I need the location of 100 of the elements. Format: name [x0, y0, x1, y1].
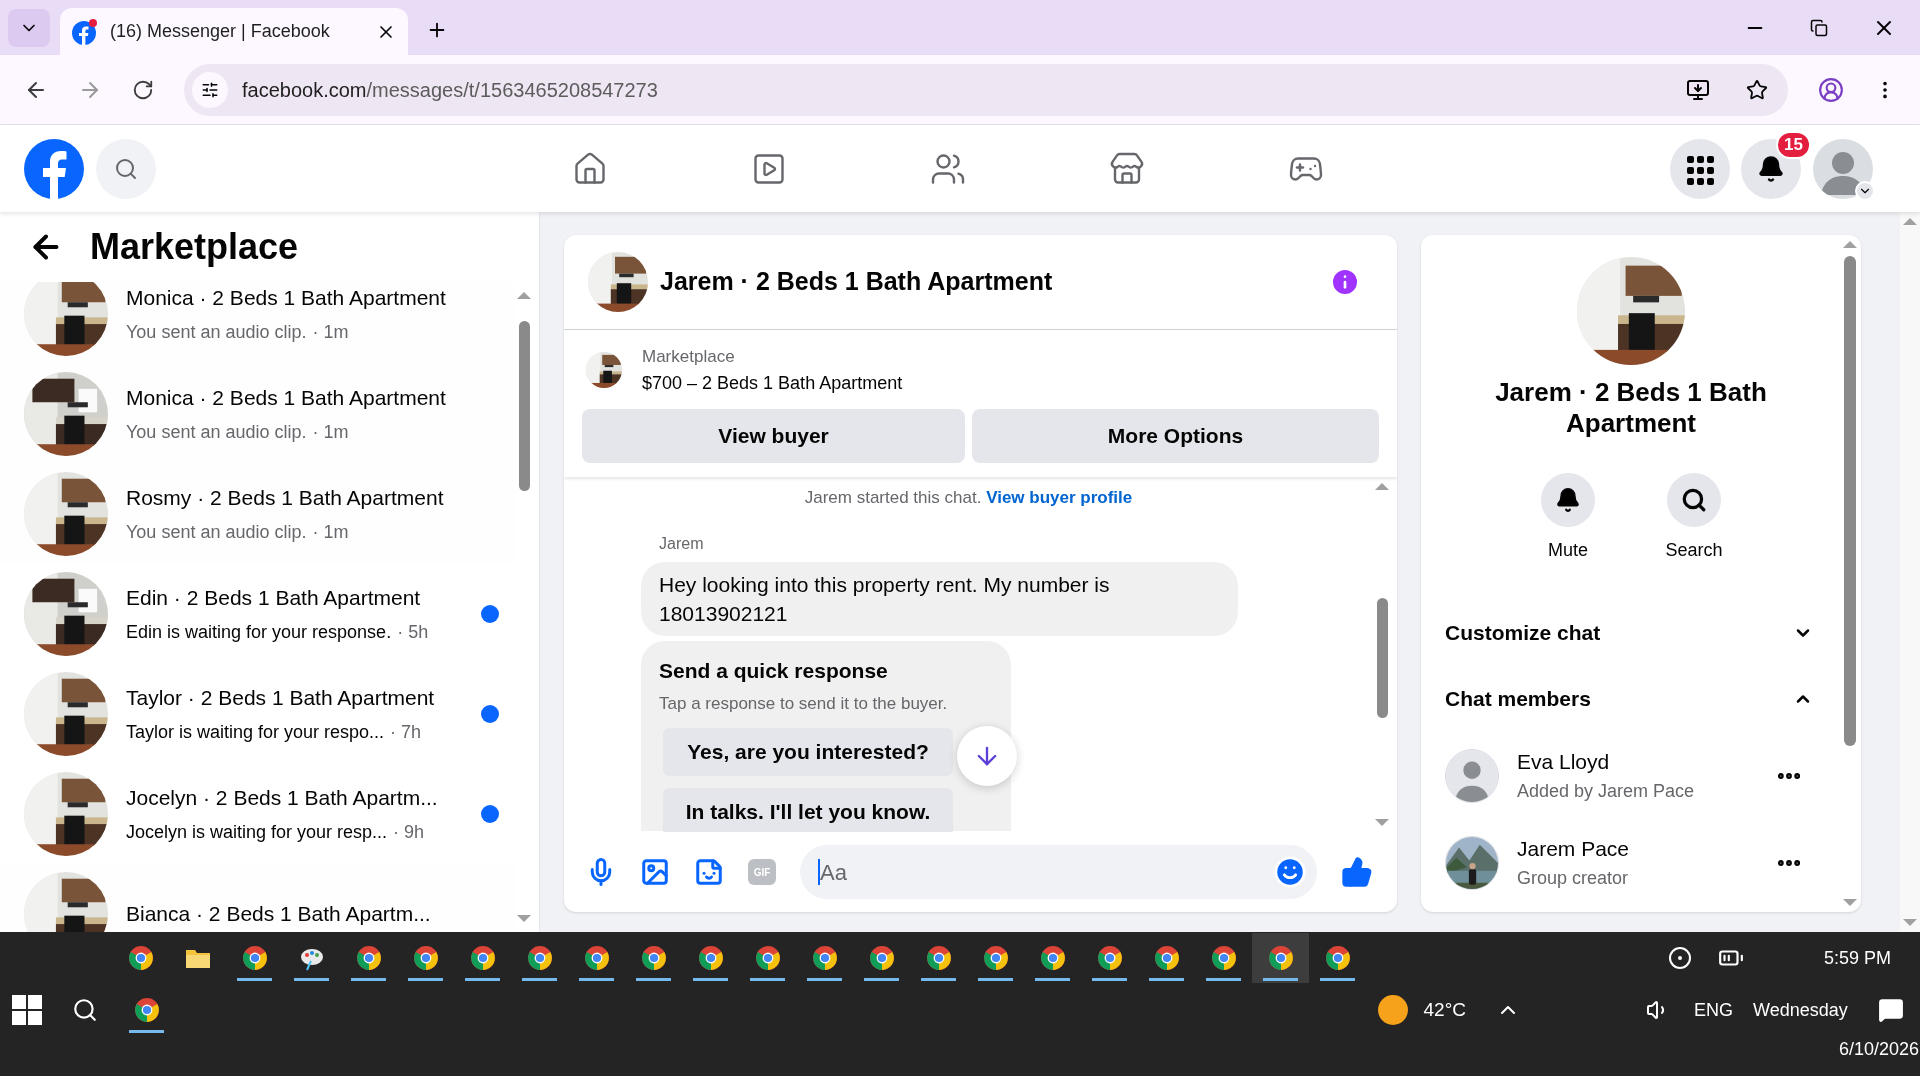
sticker-icon[interactable]: [694, 857, 724, 887]
sender-name: Jarem: [658, 534, 705, 554]
search-icon: [1681, 487, 1707, 513]
member-role: Group creator: [1517, 866, 1630, 890]
tab-title: (16) Messenger | Facebook: [110, 20, 331, 43]
bookmark-star-icon[interactable]: [1746, 78, 1768, 101]
section-header[interactable]: Chat members: [1445, 666, 1817, 732]
address-bar[interactable]: facebook.com/messages/t/1563465208547273: [184, 63, 1788, 116]
message-time: · 5h: [397, 621, 429, 645]
clock-time: 5:59 PM: [1824, 946, 1892, 970]
chrome-icon: [982, 945, 1009, 971]
conversation-title: Jocelyn · 2 Beds 1 Bath Apartm...: [126, 784, 439, 811]
message-preview: You sent an audio clip.: [126, 521, 307, 545]
browser-tab[interactable]: (16) Messenger | Facebook: [60, 8, 408, 55]
more-options-button[interactable]: More Options: [972, 408, 1379, 463]
message-time: · 1m: [312, 521, 349, 545]
restore-icon[interactable]: [1810, 18, 1828, 37]
chrome-icon: [412, 945, 439, 971]
chrome-icon: [640, 945, 667, 971]
chrome-icon: [868, 945, 895, 971]
panel-title: Marketplace: [90, 225, 299, 269]
chrome-icon: [469, 945, 496, 971]
chrome-icon: [583, 945, 610, 971]
notification-badge: 15: [1776, 130, 1811, 159]
conversation-title: Monica · 2 Beds 1 Bath Apartment: [126, 284, 447, 311]
quick-response-title: Send a quick response: [659, 658, 889, 684]
message-time: · 7h: [390, 721, 422, 745]
chrome-icon: [1210, 945, 1237, 971]
quick-reply-button[interactable]: Yes, are you interested?: [663, 728, 953, 776]
listing-title: $700 – 2 Beds 1 Bath Apartment: [642, 371, 903, 395]
info-title: Jarem · 2 Beds 1 Bath Apartment: [1494, 377, 1768, 439]
message-time: · 9h: [393, 821, 425, 845]
chrome-icon: [925, 945, 952, 971]
message-bubble: Hey looking into this property rent. My number is 18013902121: [641, 562, 1238, 636]
chrome-icon: [1267, 945, 1294, 971]
quick-reply-button[interactable]: In talks. I'll let you know.: [663, 788, 953, 832]
view-buyer-button[interactable]: View buyer: [582, 408, 965, 463]
conversation-title: Taylor · 2 Beds 1 Bath Apartment: [126, 684, 436, 711]
chrome-icon: [133, 997, 160, 1023]
emoji-icon[interactable]: [1273, 855, 1307, 889]
url-text: facebook.com/messages/t/1563465208547273: [242, 77, 658, 103]
chrome-icon: [1096, 945, 1123, 971]
chrome-icon: [811, 945, 838, 971]
page-scrollbar[interactable]: [1900, 212, 1920, 932]
conversation-title: Bianca · 2 Beds 1 Bath Apartm...: [126, 901, 432, 928]
record-icon[interactable]: [1668, 946, 1692, 970]
message-preview: Jocelyn is waiting for your resp...: [126, 821, 388, 845]
member-name: Eva Lloyd: [1517, 749, 1611, 776]
member-item[interactable]: Jarem Pace Group creator: [1445, 819, 1817, 906]
notification-center-icon[interactable]: [1877, 997, 1904, 1023]
home-icon[interactable]: [572, 150, 608, 187]
message-time: · 1m: [312, 421, 349, 445]
mute-button[interactable]: Mute: [1530, 473, 1606, 564]
facebook-favicon: [72, 18, 98, 45]
install-icon[interactable]: [1686, 77, 1710, 102]
member-item[interactable]: Eva Lloyd Added by Jarem Pace: [1445, 732, 1817, 819]
conversation-title: Monica · 2 Beds 1 Bath Apartment: [126, 384, 447, 411]
view-buyer-profile-link[interactable]: View buyer profile: [986, 487, 1133, 507]
conversation-title: Edin · 2 Beds 1 Bath Apartment: [126, 584, 422, 611]
bell-icon: [1555, 487, 1581, 513]
chrome-icon: [241, 945, 268, 971]
chat-notice: Jarem started this chat. View buyer profile: [803, 486, 1134, 509]
taskbar-app[interactable]: [1252, 933, 1309, 983]
folder-icon: [184, 947, 211, 969]
start-button[interactable]: [12, 995, 42, 1025]
chrome-icon: [1324, 945, 1351, 971]
listing-label: Marketplace: [642, 346, 736, 368]
chrome-icon: [127, 945, 154, 971]
search-icon[interactable]: [72, 997, 98, 1023]
default-avatar-icon: [1446, 749, 1498, 802]
thumbs-up-icon[interactable]: [1341, 856, 1373, 888]
search-icon: [114, 156, 138, 181]
member-name: Jarem Pace: [1517, 836, 1631, 863]
site-settings-icon[interactable]: [192, 71, 228, 108]
chrome-icon: [355, 945, 382, 971]
facebook-logo[interactable]: [24, 138, 84, 199]
weather-sun-icon: [1377, 995, 1408, 1025]
chrome-icon: [697, 945, 724, 971]
bell-icon: [1757, 154, 1785, 183]
member-role: Added by Jarem Pace: [1517, 779, 1696, 803]
search-button[interactable]: Search: [1656, 473, 1732, 564]
store-icon[interactable]: [1109, 150, 1145, 187]
message-input[interactable]: Aa: [800, 845, 1317, 899]
temperature: 42°C: [1423, 997, 1466, 1022]
language-indicator[interactable]: ENG: [1694, 996, 1733, 1024]
reload-icon[interactable]: [132, 78, 154, 101]
conversation-title: Rosmy · 2 Beds 1 Bath Apartment: [126, 484, 445, 511]
profile-icon[interactable]: [1818, 76, 1844, 103]
image-icon[interactable]: [640, 857, 670, 887]
chrome-icon: [754, 945, 781, 971]
message-preview: Edin is waiting for your response.: [126, 621, 392, 645]
message-preview: You sent an audio clip.: [126, 321, 307, 345]
clock-day: Wednesday: [1753, 996, 1848, 1024]
message-preview: You sent an audio clip.: [126, 421, 307, 445]
input-placeholder: Aa: [820, 858, 848, 887]
quick-response-subtitle: Tap a response to send it to the buyer.: [659, 692, 949, 715]
chat-title: Jarem · 2 Beds 1 Bath Apartment: [660, 266, 1054, 298]
section-header[interactable]: Customize chat: [1445, 600, 1817, 666]
chrome-icon: [1153, 945, 1180, 971]
chrome-icon: [1039, 945, 1066, 971]
